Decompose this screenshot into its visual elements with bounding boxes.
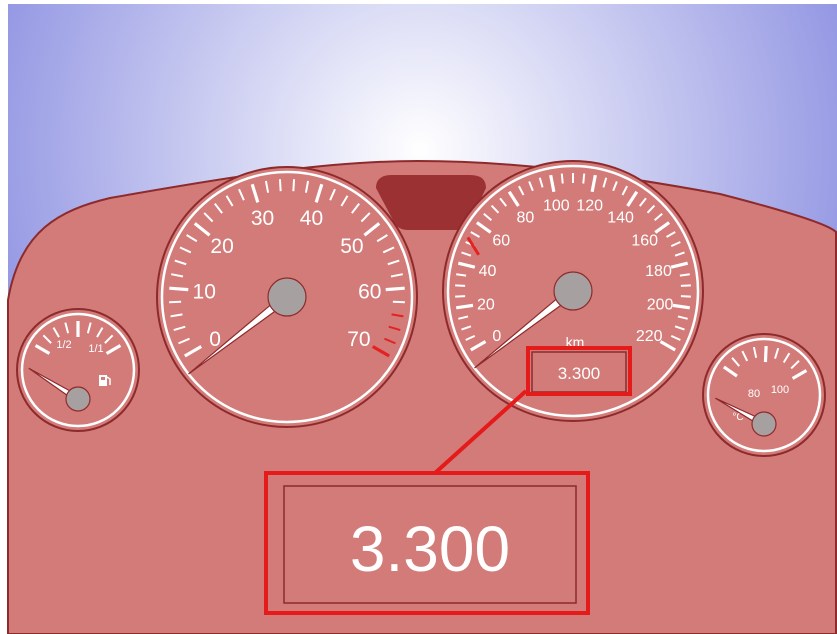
gauge-scale-label: 60 bbox=[358, 280, 381, 303]
gauge-hub bbox=[267, 277, 307, 317]
fuel-pump-window bbox=[101, 377, 105, 380]
gauge-scale-label: 0 bbox=[492, 328, 501, 345]
gauge-scale-label: 120 bbox=[576, 197, 603, 214]
odometer-reading: 3.300 bbox=[558, 364, 601, 383]
gauge-minor-tick bbox=[582, 173, 586, 184]
temp-scale-label: 100 bbox=[771, 384, 789, 396]
dashboard-scene: 0102030 40506070 020406080100 120140160180… bbox=[7, 4, 837, 634]
gauge-major-tick bbox=[763, 345, 768, 363]
gauge-scale-label: 40 bbox=[479, 263, 497, 280]
gauge-minor-tick bbox=[292, 179, 296, 192]
gauge-scale-label: 200 bbox=[647, 296, 674, 313]
fuel-gauge: 1/2 1/1 bbox=[16, 308, 140, 432]
gauge-scale-label: 40 bbox=[300, 207, 323, 230]
gauge-minor-tick bbox=[169, 300, 182, 304]
temperature-gauge: 80 100°C bbox=[702, 333, 826, 457]
gauge-scale-label: 20 bbox=[210, 235, 233, 258]
temp-scale-label: 80 bbox=[748, 388, 760, 400]
gauge-scale-label: 160 bbox=[631, 233, 658, 250]
fuel-scale-label: 1/1 bbox=[88, 343, 103, 355]
gauge-bezel bbox=[702, 333, 826, 457]
fuel-scale-label: 1/2 bbox=[56, 339, 71, 351]
gauge-scale-label: 140 bbox=[607, 210, 634, 227]
tachometer-gauge: 0102030 40506070 bbox=[156, 166, 418, 428]
gauge-scale-label: 60 bbox=[492, 233, 510, 250]
gauge-minor-tick bbox=[560, 173, 564, 184]
odometer-zoom-reading: 3.300 bbox=[350, 513, 510, 585]
gauge-scale-label: 30 bbox=[251, 207, 274, 230]
gauge-scale-label: 180 bbox=[645, 263, 672, 280]
gauge-scale-label: 80 bbox=[517, 210, 535, 227]
gauge-minor-tick bbox=[456, 273, 467, 277]
gauge-scale-label: 100 bbox=[543, 197, 570, 214]
gauge-major-tick bbox=[385, 286, 405, 292]
gauge-minor-tick bbox=[679, 273, 690, 277]
fuel-pump-body bbox=[99, 375, 107, 386]
gauge-hub bbox=[65, 386, 91, 412]
gauge-scale-label: 20 bbox=[477, 296, 495, 313]
gauge-minor-tick bbox=[278, 179, 282, 192]
dashboard-illustration: 0 10 20 30 40 50 60 70 0 20 40 60 80 100 120 140 160 180… bbox=[0, 0, 837, 634]
gauge-major-tick bbox=[169, 286, 189, 292]
gauge-minor-tick bbox=[392, 300, 405, 304]
gauge-scale-label: 220 bbox=[636, 328, 663, 345]
gauge-scale-label: 50 bbox=[340, 235, 363, 258]
gauge-scale-label: 70 bbox=[347, 328, 370, 351]
gauge-scale-label: 10 bbox=[193, 280, 216, 303]
gauge-hub bbox=[751, 411, 777, 437]
gauge-hub bbox=[553, 271, 593, 311]
